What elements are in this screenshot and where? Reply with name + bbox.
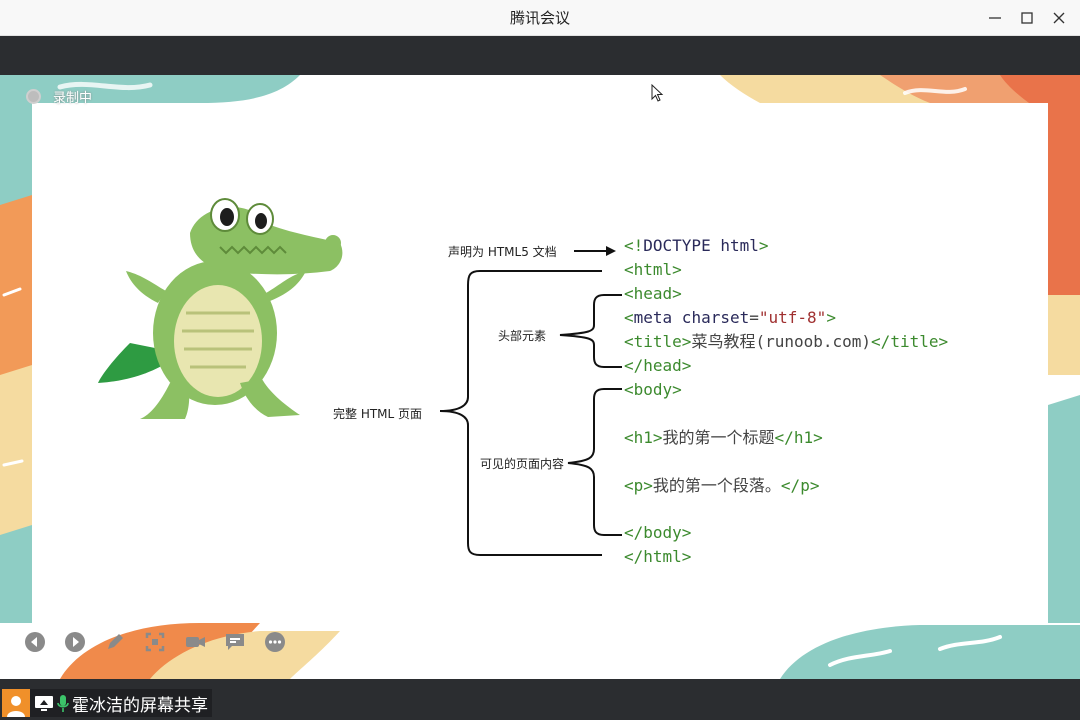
- meeting-top-bar: [0, 36, 1080, 75]
- code-token: 我的第一个段落。: [652, 476, 781, 495]
- screen-share-icon: [35, 696, 53, 711]
- code-token: >: [758, 236, 769, 255]
- code-token: 菜鸟教程(runoob.com): [691, 332, 872, 351]
- code-token: <p>: [624, 476, 653, 495]
- camera-button[interactable]: [184, 631, 206, 653]
- code-line-doctype: <!DOCTYPE html>: [624, 234, 769, 258]
- code-token: =: [749, 308, 759, 327]
- screen-share-indicator[interactable]: 霍冰洁的屏幕共享: [2, 689, 212, 717]
- pen-icon: [108, 634, 123, 649]
- code-token: meta charset: [633, 308, 750, 327]
- full-page-label: 完整 HTML 页面: [333, 407, 423, 421]
- code-token: DOCTYPE html: [643, 236, 759, 255]
- code-token: "utf-8": [758, 308, 827, 327]
- visible-content-label: 可见的页面内容: [480, 457, 565, 471]
- microphone-icon: [57, 695, 69, 712]
- more-button[interactable]: [264, 631, 286, 653]
- maximize-icon: [1021, 12, 1033, 24]
- code-token: >: [826, 308, 836, 327]
- code-token: </h1>: [774, 428, 823, 447]
- head-elements-label: 头部元素: [498, 329, 547, 343]
- code-line-head-close: </head>: [624, 356, 692, 375]
- comment-icon: [226, 634, 244, 650]
- structure-diagram: [439, 246, 622, 556]
- code-line-head-open: <head>: [624, 284, 682, 303]
- pen-button[interactable]: [104, 631, 126, 653]
- more-icon: [265, 632, 285, 652]
- play-icon: [65, 632, 85, 652]
- code-token: <!: [624, 236, 644, 255]
- maximize-button[interactable]: [1012, 4, 1042, 32]
- code-line-html-close: </html>: [624, 547, 692, 566]
- code-line-p: <p>我的第一个段落。</p>: [624, 474, 819, 498]
- window-title: 腾讯会议: [509, 9, 570, 27]
- declare-html5-label: 声明为 HTML5 文档: [448, 245, 557, 259]
- code-token: <title>: [624, 332, 692, 351]
- shared-screen: 录制中 声明为 HTML5 文档 头部元素 完整 HTML 页面 可见的页面内容…: [0, 75, 1080, 679]
- comment-button[interactable]: [224, 631, 246, 653]
- play-button[interactable]: [64, 631, 86, 653]
- minimize-button[interactable]: [980, 4, 1010, 32]
- code-line-html-open: <html>: [624, 260, 682, 279]
- code-token: </title>: [871, 332, 949, 351]
- previous-button[interactable]: [24, 631, 46, 653]
- code-line-title: <title>菜鸟教程(runoob.com)</title>: [624, 330, 948, 354]
- code-token: <h1>: [624, 428, 663, 447]
- code-token: 我的第一个标题: [662, 428, 775, 447]
- previous-icon: [25, 632, 45, 652]
- code-token: <: [624, 308, 634, 327]
- minimize-icon: [989, 17, 1001, 19]
- code-line-meta: <meta charset="utf-8">: [624, 306, 836, 330]
- code-line-body-open: <body>: [624, 380, 682, 399]
- screen-share-label: 霍冰洁的屏幕共享: [72, 695, 208, 716]
- camera-icon: [186, 637, 205, 647]
- screenshot-button[interactable]: [144, 631, 166, 653]
- presentation-toolbar: [24, 631, 286, 657]
- user-avatar-icon: [7, 696, 25, 717]
- close-icon: [1053, 12, 1065, 24]
- close-button[interactable]: [1044, 4, 1074, 32]
- mouse-cursor-icon: [651, 84, 664, 102]
- user-avatar: [2, 689, 30, 717]
- code-line-body-close: </body>: [624, 523, 692, 542]
- code-token: </p>: [780, 476, 820, 495]
- screenshot-icon: [145, 632, 165, 652]
- code-line-h1: <h1>我的第一个标题</h1>: [624, 426, 823, 450]
- window-titlebar: 腾讯会议: [0, 0, 1080, 36]
